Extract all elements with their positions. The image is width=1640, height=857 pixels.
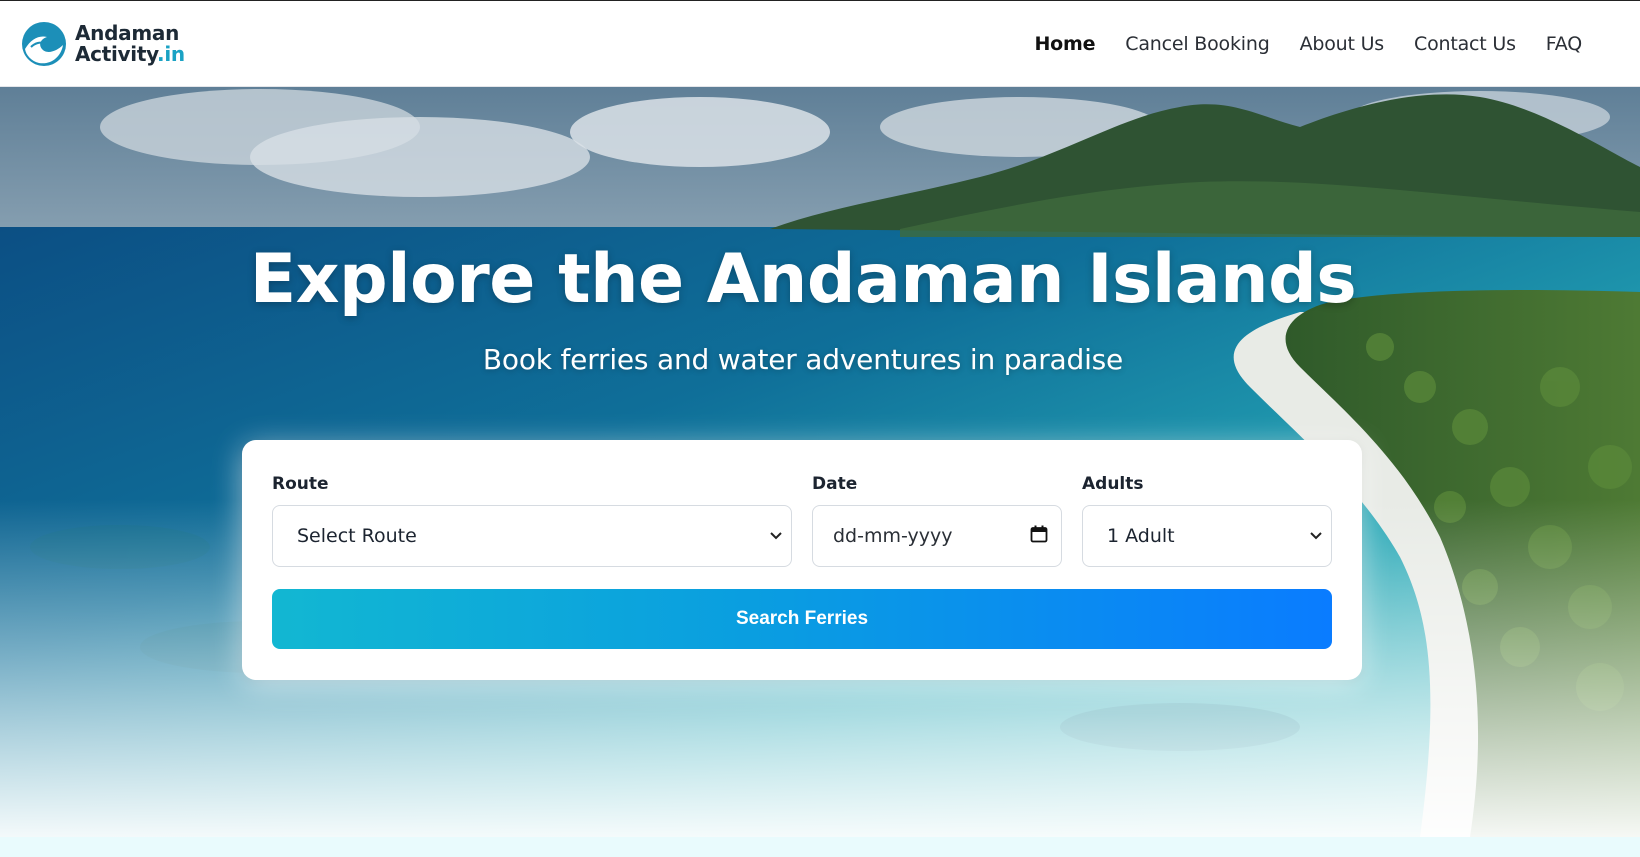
nav-faq[interactable]: FAQ [1546,33,1582,55]
adults-select[interactable]: 1 Adult [1082,505,1332,567]
chevron-down-icon [1301,528,1331,544]
date-label: Date [812,474,858,494]
next-section-edge [0,837,1640,857]
hero-subtitle: Book ferries and water adventures in par… [482,343,1124,376]
date-input[interactable]: dd-mm-yyyy [812,505,1062,567]
date-input-placeholder: dd-mm-yyyy [833,525,953,547]
brand-name-line2: Activity [75,42,158,66]
brand-tld: .in [157,42,185,66]
nav-contact-us[interactable]: Contact Us [1414,33,1516,55]
nav-cancel-booking[interactable]: Cancel Booking [1125,33,1269,55]
nav-home[interactable]: Home [1034,33,1095,55]
ferry-search-card: Route Select Route Date dd-mm-yyyy Adult… [242,440,1362,680]
route-select-value: Select Route [297,525,417,547]
brand-logo[interactable]: Andaman Activity.in [21,20,185,68]
search-ferries-button[interactable]: Search Ferries [272,589,1332,649]
chevron-down-icon [761,528,791,544]
route-select[interactable]: Select Route [272,505,792,567]
adults-select-value: 1 Adult [1107,525,1175,547]
calendar-icon[interactable] [1017,525,1061,547]
route-label: Route [272,474,329,494]
adults-label: Adults [1082,474,1144,494]
main-nav: Home Cancel Booking About Us Contact Us … [1004,1,1582,87]
site-header: Andaman Activity.in Home Cancel Booking … [0,1,1640,87]
wave-logo-icon [22,22,66,66]
hero-title: Explore the Andaman Islands [249,240,1357,319]
brand-name-line1: Andaman [75,21,180,45]
nav-about-us[interactable]: About Us [1300,33,1385,55]
